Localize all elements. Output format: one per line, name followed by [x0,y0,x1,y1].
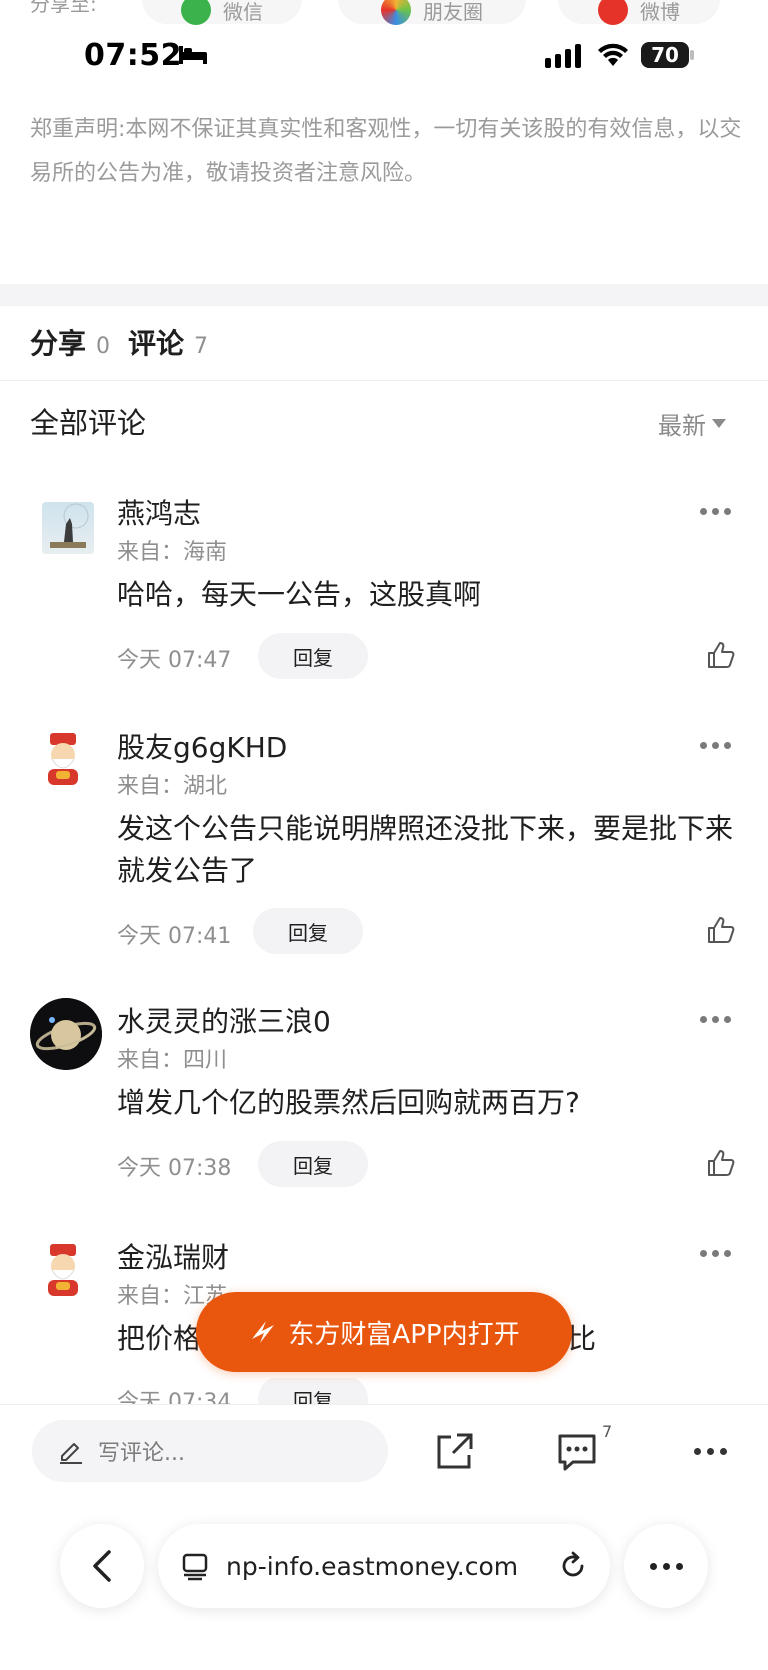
share-moments-label: 朋友圈 [423,0,483,24]
comment-username[interactable]: 燕鸿志 [117,492,201,532]
cellular-signal-icon [545,44,581,68]
like-icon[interactable] [706,915,736,945]
comment-more-button[interactable] [700,742,731,749]
tab-divider [0,380,768,381]
reload-icon[interactable] [558,1551,588,1581]
avatar-image [48,1244,78,1296]
comment-content: 发这个公告只能说明牌照还没批下来，要是批下来就发公告了 [117,812,734,887]
comment-content: 把价格 [117,1322,202,1355]
wifi-icon [598,43,628,66]
tab-share-count: 0 [96,334,111,359]
comment-username[interactable]: 股友g6gKHD [117,726,287,766]
all-comments-title: 全部评论 [30,406,147,440]
comment-username[interactable]: 水灵灵的涨三浪0 [117,1000,331,1040]
section-divider [0,284,768,306]
chevron-left-icon [93,1550,111,1582]
comment-time: 今天 07:34 [117,1390,232,1404]
avatar[interactable] [30,725,96,791]
avatar-image [30,998,102,1070]
back-button[interactable] [60,1524,144,1608]
share-moments-button[interactable]: 朋友圈 [338,0,526,25]
comment-location: 来自：四川 [117,1048,228,1073]
comment-content-tail: 比 [568,1322,597,1355]
share-weibo-label: 微博 [640,0,680,24]
comment-more-button[interactable] [700,1016,731,1023]
comment-footer-clipped: 今天 07:34 回复 [0,1378,768,1404]
reply-button[interactable]: 回复 [253,908,363,954]
share-strip: 分享至: 微信 朋友圈 微博 [0,0,768,30]
url-text: np-info.eastmoney.com [226,1551,519,1581]
share-weibo-button[interactable]: 微博 [558,0,720,25]
share-wechat-label: 微信 [223,0,263,24]
avatar-image [48,733,78,785]
comment-location: 来自：湖北 [117,774,228,799]
comment-count-badge: 7 [602,1422,613,1441]
comment-more-button[interactable] [700,1250,731,1257]
like-icon[interactable] [706,1148,736,1178]
tab-bar: 分享 0 评论 7 [30,322,226,368]
eastmoney-logo-icon [252,1321,275,1343]
open-in-app-button[interactable]: 东方财富APP内打开 [196,1292,572,1372]
open-in-app-label: 东方财富APP内打开 [288,1319,520,1350]
sleep-focus-icon [179,46,207,64]
write-comment-input[interactable]: 写评论... [32,1420,388,1482]
sort-dropdown[interactable]: 最新 [658,406,726,441]
wechat-icon [181,0,211,25]
write-comment-placeholder: 写评论... [98,1441,185,1466]
like-icon[interactable] [706,640,736,670]
reply-button[interactable]: 回复 [258,633,368,679]
share-wechat-button[interactable]: 微信 [142,0,302,25]
comment-more-button[interactable] [700,508,731,515]
reply-button[interactable]: 回复 [258,1141,368,1187]
reply-button[interactable]: 回复 [258,1378,368,1404]
avatar[interactable] [42,502,94,554]
comment-username[interactable]: 金泓瑞财 [117,1236,229,1276]
tab-comments-count: 7 [194,334,209,359]
disclaimer: 郑重声明:本网不保证其真实性和客观性，一切有关该股的有效信息，以交易所的公告为准… [30,108,742,196]
comment-time: 今天 07:41 [117,924,232,949]
disclaimer-prefix: 郑重声明: [30,117,126,142]
avatar-image [50,503,89,548]
tab-comments[interactable]: 评论 [128,322,184,362]
avatar[interactable] [30,998,102,1070]
comment-icon[interactable] [555,1430,599,1474]
tab-share[interactable]: 分享 [30,322,86,362]
avatar[interactable] [30,1236,96,1302]
comment-time: 今天 07:38 [117,1156,232,1181]
battery-indicator: 70 [641,42,689,68]
status-time: 07:52 [84,38,182,73]
browser-more-button[interactable] [624,1524,708,1608]
sort-label: 最新 [658,412,706,440]
pencil-icon [60,1443,82,1464]
moments-icon [381,0,411,25]
page-menu-icon[interactable] [180,1551,210,1581]
comment-time: 今天 07:47 [117,648,232,673]
address-bar[interactable]: np-info.eastmoney.com [158,1524,610,1608]
comment-location: 来自：海南 [117,540,228,565]
share-icon[interactable] [433,1429,477,1473]
toolbar-more-button[interactable] [694,1448,727,1455]
battery-tip [690,50,694,60]
caret-down-icon [712,419,726,428]
comment-content: 哈哈，每天一公告，这股真啊 [117,578,482,611]
disclaimer-text: 本网不保证其真实性和客观性，一切有关该股的有效信息，以交易所的公告为准，敬请投资… [30,117,742,186]
weibo-icon [598,0,628,25]
share-label: 分享至: [30,0,97,16]
comment-content: 增发几个亿的股票然后回购就两百万? [117,1086,580,1119]
